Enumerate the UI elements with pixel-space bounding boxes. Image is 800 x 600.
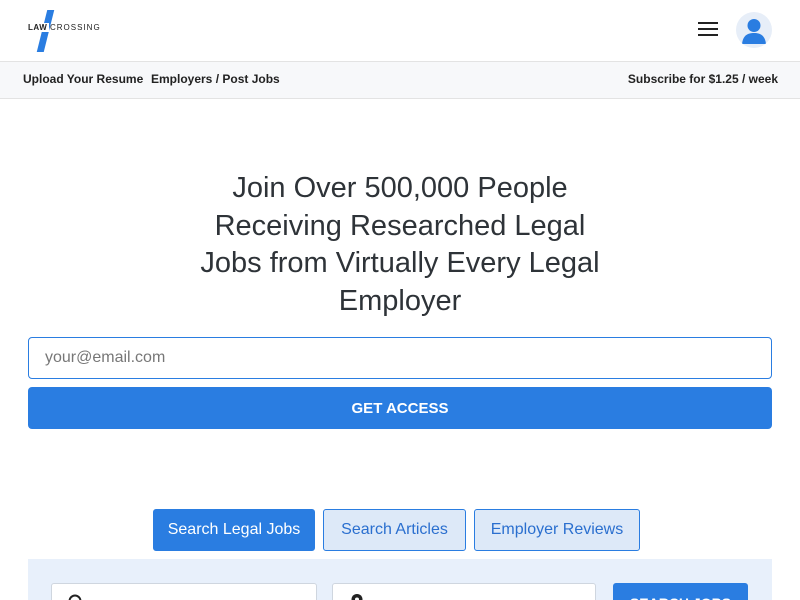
lawcrossing-logo[interactable]: LAW CROSSING xyxy=(28,10,108,52)
logo-word-crossing: CROSSING xyxy=(50,23,101,32)
upload-resume-link[interactable]: Upload Your Resume xyxy=(23,72,143,86)
hero-title: Join Over 500,000 People Receiving Resea… xyxy=(200,172,600,317)
job-search-panel: SEARCH JOBS xyxy=(28,559,772,600)
tab-search-articles[interactable]: Search Articles xyxy=(323,509,466,551)
hamburger-icon[interactable] xyxy=(698,22,718,38)
subscribe-link[interactable]: Subscribe for $1.25 / week xyxy=(628,72,778,86)
get-access-button[interactable]: GET ACCESS xyxy=(28,387,772,429)
keyword-input[interactable] xyxy=(96,584,300,600)
tab-employer-reviews[interactable]: Employer Reviews xyxy=(474,509,640,551)
logo-word-law: LAW xyxy=(28,23,50,32)
location-input[interactable] xyxy=(377,584,581,600)
search-jobs-button[interactable]: SEARCH JOBS xyxy=(613,583,748,600)
site-header: LAW CROSSING xyxy=(0,0,800,62)
user-avatar-icon[interactable] xyxy=(736,12,772,48)
employers-post-jobs-link[interactable]: Employers / Post Jobs xyxy=(151,72,280,86)
search-icon xyxy=(68,594,82,600)
location-pin-icon xyxy=(351,594,363,600)
keyword-field[interactable] xyxy=(51,583,317,600)
email-input[interactable] xyxy=(28,337,772,379)
location-field[interactable] xyxy=(332,583,596,600)
tab-search-legal-jobs[interactable]: Search Legal Jobs xyxy=(153,509,315,551)
sub-navigation: Upload Your Resume Employers / Post Jobs… xyxy=(0,62,800,99)
